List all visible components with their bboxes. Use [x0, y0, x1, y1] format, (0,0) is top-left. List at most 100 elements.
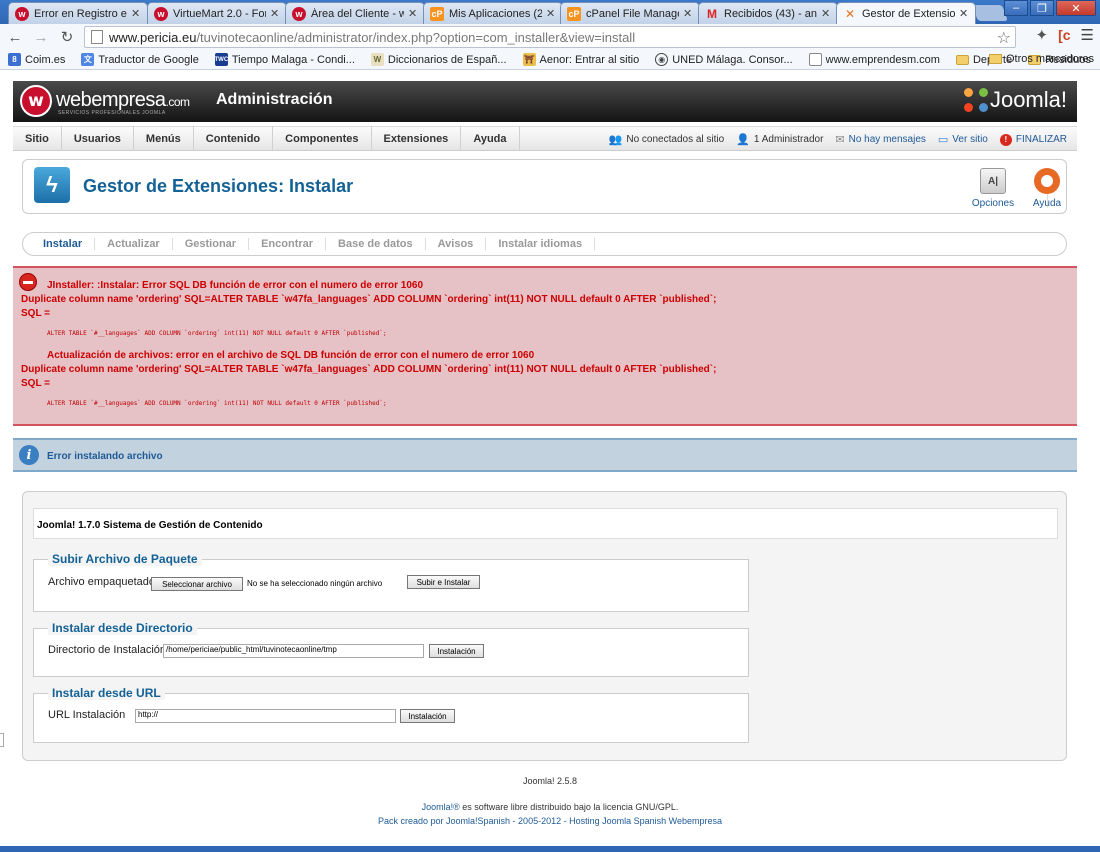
brand-tagline: SERVICIOS PROFESIONALES JOOMLA — [58, 110, 166, 116]
menu-item[interactable]: Contenido — [194, 126, 274, 151]
webempresa-logo: w webempresa.com SERVICIOS PROFESIONALES… — [20, 85, 190, 117]
submenu-item[interactable]: Gestionar — [173, 238, 250, 250]
notice-message: i Error instalando archivo — [13, 438, 1077, 472]
browser-tab[interactable]: cP cPanel File Manager v ✕ — [560, 2, 700, 24]
directory-input[interactable]: /home/periciae/public_html/tuvinotecaonl… — [163, 644, 424, 658]
no-file-text: No se ha seleccionado ningún archivo — [247, 579, 383, 588]
folder-icon — [988, 54, 1002, 64]
new-tab-button[interactable] — [972, 5, 1008, 21]
menu-item[interactable]: Extensiones — [372, 126, 462, 151]
tab-favicon-icon: w — [154, 6, 168, 21]
bookmark-star-icon[interactable]: ☆ — [997, 28, 1011, 48]
error-icon — [19, 273, 37, 291]
browser-tab[interactable]: M Recibidos (43) - anton ✕ — [698, 2, 838, 24]
tab-label: Área del Cliente - web — [311, 7, 404, 20]
tab-close-icon[interactable]: ✕ — [683, 7, 693, 20]
choose-file-button[interactable]: Seleccionar archivo — [151, 577, 243, 591]
submenu-item[interactable]: Base de datos — [326, 238, 426, 250]
message-icon: ✉ — [835, 134, 845, 146]
url-host: www.pericia.eu — [109, 29, 197, 45]
extension-icon[interactable]: ✦ — [1036, 26, 1049, 44]
tab-label: Error en Registro en la — [34, 7, 127, 20]
bookmark-item[interactable]: www.emprendesm.com — [808, 53, 940, 66]
submenu-item[interactable]: Instalar — [31, 238, 96, 250]
directory-legend: Instalar desde Directorio — [48, 621, 197, 635]
footer-pack-credit[interactable]: Pack creado por Joomla!Spanish - 2005-20… — [0, 816, 1100, 826]
bookmark-item[interactable]: ◉ UNED Málaga. Consor... — [655, 53, 793, 66]
url-input[interactable]: http:// — [135, 709, 396, 723]
tab-favicon-icon: M — [707, 6, 717, 21]
browser-tab[interactable]: w VirtueMart 2.0 - Foro ✕ — [147, 2, 287, 24]
error-sql-1: ALTER TABLE `#__languages` ADD COLUMN `o… — [47, 330, 387, 337]
help-button[interactable]: Ayuda — [1022, 166, 1072, 209]
url-install-button[interactable]: Instalación — [400, 709, 455, 723]
bookmark-favicon-icon — [808, 53, 822, 66]
bookmarks-bar: 8 Coim.es 文 Traductor de Google TWC Tiempo Ma… — [0, 50, 1100, 70]
menu-item[interactable]: Ayuda — [461, 126, 520, 151]
tab-close-icon[interactable]: ✕ — [270, 7, 280, 20]
menu-item[interactable]: Sitio — [13, 126, 62, 151]
reload-icon[interactable]: ↻ — [56, 26, 78, 48]
url-label: URL Instalación — [48, 709, 126, 721]
close-window-icon[interactable]: ✕ — [1056, 0, 1096, 16]
admin-header: w webempresa.com SERVICIOS PROFESIONALES… — [13, 81, 1077, 122]
extension-c-icon[interactable]: [c — [1058, 27, 1070, 43]
side-scroll-handle[interactable] — [0, 733, 4, 747]
browser-tab[interactable]: ✕ Gestor de Extensione ✕ — [836, 2, 976, 24]
monitor-icon: ▭ — [937, 134, 949, 146]
menu-item[interactable]: Menús — [134, 126, 194, 151]
folder-icon — [955, 54, 969, 65]
tab-label: Mis Aplicaciones (2) - — [449, 7, 542, 20]
tab-favicon-icon: cP — [567, 6, 581, 21]
directory-install-button[interactable]: Instalación — [429, 644, 484, 658]
submenu-item[interactable]: Encontrar — [249, 238, 327, 250]
status-not-connected: 👥 No conectados al sitio — [608, 134, 725, 146]
minimize-icon[interactable]: – — [1004, 0, 1028, 16]
options-button[interactable]: A| Opciones — [968, 166, 1018, 209]
submenu-item[interactable]: Avisos — [426, 238, 487, 250]
submenu-item[interactable]: Actualizar — [95, 238, 173, 250]
browser-tab[interactable]: w Área del Cliente - web ✕ — [285, 2, 425, 24]
back-arrow-icon[interactable]: ← — [4, 26, 26, 48]
upload-legend: Subir Archivo de Paquete — [48, 552, 202, 566]
tab-close-icon[interactable]: ✕ — [821, 7, 831, 20]
forward-arrow-icon[interactable]: → — [30, 26, 52, 48]
browser-tab[interactable]: cP Mis Aplicaciones (2) - ✕ — [423, 2, 563, 24]
joomla-license-link[interactable]: Joomla!® — [422, 802, 460, 812]
address-bar[interactable]: www.pericia.eu /tuvinotecaonline/adminis… — [84, 26, 1016, 48]
tab-favicon-icon: cP — [430, 6, 444, 21]
bookmark-item[interactable]: 文 Traductor de Google — [81, 53, 199, 66]
submenu-item[interactable]: Instalar idiomas — [486, 238, 596, 250]
upload-install-button[interactable]: Subir e Instalar — [407, 575, 480, 589]
browser-tab[interactable]: w Error en Registro en la ✕ — [8, 2, 148, 24]
tab-favicon-icon: w — [15, 6, 29, 21]
status-messages[interactable]: ✉ No hay mensajes — [835, 133, 925, 146]
tab-close-icon[interactable]: ✕ — [131, 7, 141, 20]
menu-item[interactable]: Componentes — [273, 126, 372, 151]
bookmarks-list: 8 Coim.es 文 Traductor de Google TWC Tiempo Ma… — [0, 53, 1100, 66]
maximize-icon[interactable]: ❐ — [1030, 0, 1054, 16]
bookmark-favicon-icon: W — [370, 53, 384, 66]
browser-toolbar: ← → ↻ www.pericia.eu /tuvinotecaonline/a… — [0, 24, 1100, 50]
other-bookmarks[interactable]: Otros marcadores — [988, 53, 1094, 65]
tab-close-icon[interactable]: ✕ — [959, 7, 969, 20]
bookmark-item[interactable]: 8 Coim.es — [8, 53, 65, 66]
tab-label: Gestor de Extensione — [862, 7, 955, 20]
view-site-link[interactable]: ▭ Ver sitio — [938, 133, 988, 146]
tab-close-icon[interactable]: ✕ — [546, 7, 556, 20]
error-line-4: Actualización de archivos: error en el a… — [47, 350, 535, 361]
menu-icon[interactable]: ☰ — [1081, 26, 1094, 44]
menu-item[interactable]: Usuarios — [62, 126, 134, 151]
bookmark-item[interactable]: TWC Tiempo Malaga - Condi... — [215, 53, 355, 66]
window-controls: – ❐ ✕ — [1004, 0, 1096, 18]
error-line-2: Duplicate column name 'ordering' SQL=ALT… — [21, 294, 717, 305]
bookmark-item[interactable]: ⛩ Aenor: Entrar al sitio — [522, 53, 639, 66]
tab-close-icon[interactable]: ✕ — [408, 7, 418, 20]
brand-suffix: .com — [165, 95, 191, 109]
bookmark-item[interactable]: W Diccionarios de Españ... — [370, 53, 507, 66]
status-admins: 👤 1 Administrador — [736, 134, 824, 146]
users-icon: 👥 — [608, 134, 623, 146]
info-icon: i — [19, 445, 39, 465]
logout-link[interactable]: ! FINALIZAR — [999, 133, 1067, 146]
bookmark-favicon-icon: 文 — [81, 53, 95, 66]
